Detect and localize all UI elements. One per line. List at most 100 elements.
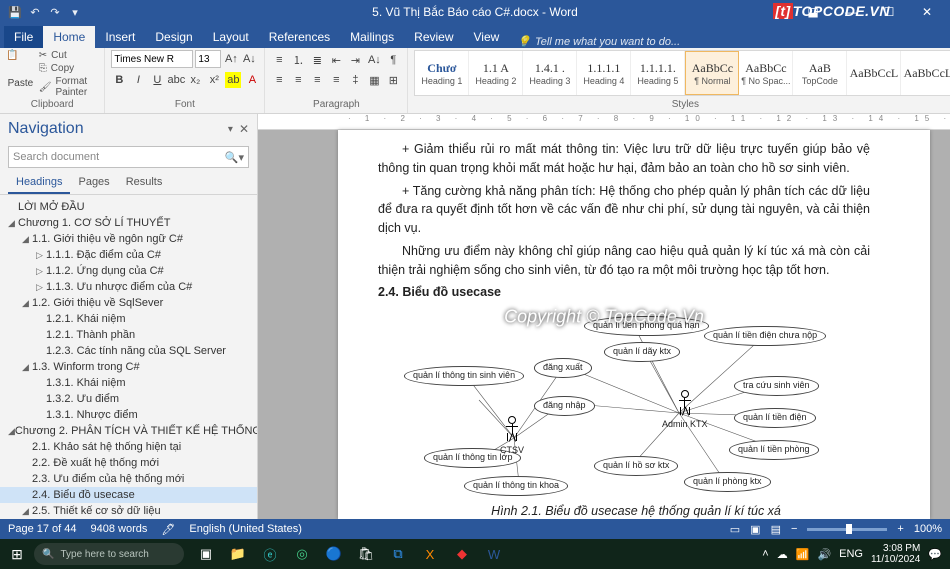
grow-font-icon[interactable]: A↑ bbox=[223, 51, 239, 67]
zoom-in-icon[interactable]: + bbox=[897, 523, 903, 535]
volume-icon[interactable]: 🔊 bbox=[817, 548, 831, 561]
tree-item[interactable]: ▷1.1.3. Ưu nhược điểm của C# bbox=[0, 279, 257, 295]
underline-icon[interactable]: U bbox=[149, 72, 165, 88]
store-icon[interactable]: 🛍 bbox=[352, 542, 380, 566]
tree-item[interactable]: 1.2.1. Thành phần bbox=[0, 327, 257, 343]
cut-button[interactable]: ✂Cut bbox=[39, 50, 99, 61]
style-item[interactable]: AaBbCc¶ No Spac... bbox=[739, 51, 793, 95]
nav-dropdown-icon[interactable]: ▾ bbox=[228, 124, 233, 135]
tab-insert[interactable]: Insert bbox=[95, 26, 145, 48]
indent-icon[interactable]: ⇥ bbox=[347, 52, 363, 68]
tree-item[interactable]: 1.3.2. Ưu điểm bbox=[0, 391, 257, 407]
sort-icon[interactable]: A↓ bbox=[366, 52, 382, 68]
nav-close-icon[interactable]: ✕ bbox=[239, 122, 249, 136]
chrome-icon[interactable]: 🔵 bbox=[320, 542, 348, 566]
strike-icon[interactable]: abc bbox=[168, 72, 184, 88]
zoom-slider[interactable] bbox=[807, 528, 887, 531]
tree-item[interactable]: ◢1.2. Giới thiệu về SqlSever bbox=[0, 295, 257, 311]
print-layout-icon[interactable]: ▣ bbox=[750, 523, 760, 536]
explorer-icon[interactable]: 📁 bbox=[224, 542, 252, 566]
save-icon[interactable]: 💾 bbox=[8, 5, 22, 19]
italic-icon[interactable]: I bbox=[130, 72, 146, 88]
vscode-icon[interactable]: ⧉ bbox=[384, 542, 412, 566]
tree-item[interactable]: ◢2.5. Thiết kế cơ sở dữ liệu bbox=[0, 503, 257, 519]
align-left-icon[interactable]: ≡ bbox=[271, 72, 287, 88]
taskbar-search[interactable]: 🔍Type here to search bbox=[34, 543, 184, 565]
bullets-icon[interactable]: ≡ bbox=[271, 52, 287, 68]
tab-design[interactable]: Design bbox=[145, 26, 202, 48]
style-item[interactable]: AaBbCcL bbox=[847, 51, 901, 95]
tab-review[interactable]: Review bbox=[404, 26, 463, 48]
tab-file[interactable]: File bbox=[4, 26, 43, 48]
line-spacing-icon[interactable]: ‡ bbox=[347, 72, 363, 88]
tree-item[interactable]: 2.4. Biểu đồ usecase bbox=[0, 487, 257, 503]
language-icon[interactable]: ENG bbox=[839, 548, 863, 560]
tab-view[interactable]: View bbox=[464, 26, 510, 48]
close-icon[interactable]: ✕ bbox=[912, 5, 942, 19]
style-item[interactable]: 1.1.1.1Heading 4 bbox=[577, 51, 631, 95]
wifi-icon[interactable]: 📶 bbox=[796, 548, 810, 561]
tree-item[interactable]: 2.3. Ưu điểm của hệ thống mới bbox=[0, 471, 257, 487]
tree-item[interactable]: ◢Chương 2. PHÂN TÍCH VÀ THIẾT KẾ HỆ THỐN… bbox=[0, 423, 257, 439]
ruler[interactable]: · 1 · 2 · 3 · 4 · 5 · 6 · 7 · 8 · 9 · 10… bbox=[258, 114, 950, 130]
style-item[interactable]: AaBbCc¶ Normal bbox=[685, 51, 739, 95]
start-button[interactable]: ⊞ bbox=[0, 546, 34, 563]
tree-item[interactable]: 1.2.3. Các tính năng của SQL Server bbox=[0, 343, 257, 359]
tree-item[interactable]: 1.2.1. Khái niệm bbox=[0, 311, 257, 327]
tree-item[interactable]: LỜI MỞ ĐẦU bbox=[0, 199, 257, 215]
tree-item[interactable]: 1.3.1. Nhược điểm bbox=[0, 407, 257, 423]
style-item[interactable]: AaBbCcL bbox=[901, 51, 950, 95]
multilevel-icon[interactable]: ≣ bbox=[309, 52, 325, 68]
notifications-icon[interactable]: 💬 bbox=[928, 548, 942, 561]
shrink-font-icon[interactable]: A↓ bbox=[241, 51, 257, 67]
subscript-icon[interactable]: x₂ bbox=[187, 72, 203, 88]
borders-icon[interactable]: ⊞ bbox=[385, 72, 401, 88]
style-item[interactable]: ChươHeading 1 bbox=[415, 51, 469, 95]
tree-item[interactable]: 2.2. Đề xuất hệ thống mới bbox=[0, 455, 257, 471]
edge-icon[interactable]: ⓔ bbox=[256, 542, 284, 566]
tree-item[interactable]: ◢1.3. Winform trong C# bbox=[0, 359, 257, 375]
style-item[interactable]: 1.1 AHeading 2 bbox=[469, 51, 523, 95]
justify-icon[interactable]: ≡ bbox=[328, 72, 344, 88]
tree-item[interactable]: ▷1.1.2. Ứng dụng của C# bbox=[0, 263, 257, 279]
outdent-icon[interactable]: ⇤ bbox=[328, 52, 344, 68]
page-indicator[interactable]: Page 17 of 44 bbox=[8, 523, 77, 535]
tab-layout[interactable]: Layout bbox=[203, 26, 259, 48]
redo-icon[interactable]: ↷ bbox=[48, 5, 62, 19]
nav-search-input[interactable]: Search document🔍▾ bbox=[8, 146, 249, 168]
paste-button[interactable]: 📋Paste bbox=[6, 50, 35, 89]
onedrive-icon[interactable]: ☁ bbox=[777, 548, 788, 561]
tab-references[interactable]: References bbox=[259, 26, 340, 48]
show-marks-icon[interactable]: ¶ bbox=[385, 52, 401, 68]
tree-item[interactable]: 2.1. Khảo sát hệ thống hiện tại bbox=[0, 439, 257, 455]
read-mode-icon[interactable]: ▭ bbox=[730, 523, 740, 536]
page[interactable]: + Giảm thiểu rủi ro mất mát thông tin: V… bbox=[338, 130, 930, 519]
highlight-icon[interactable]: ab bbox=[225, 72, 241, 88]
web-layout-icon[interactable]: ▤ bbox=[771, 523, 781, 536]
align-center-icon[interactable]: ≡ bbox=[290, 72, 306, 88]
app-icon[interactable]: ◎ bbox=[288, 542, 316, 566]
app-icon[interactable]: ◆ bbox=[448, 542, 476, 566]
numbering-icon[interactable]: ⒈ bbox=[290, 52, 306, 68]
tree-item[interactable]: ◢Chương 1. CƠ SỞ LÍ THUYẾT bbox=[0, 215, 257, 231]
shading-icon[interactable]: ▦ bbox=[366, 72, 382, 88]
xampp-icon[interactable]: X bbox=[416, 542, 444, 566]
style-item[interactable]: AaBTopCode bbox=[793, 51, 847, 95]
task-view-icon[interactable]: ▣ bbox=[192, 542, 220, 566]
tab-home[interactable]: Home bbox=[43, 26, 95, 48]
word-icon[interactable]: W bbox=[480, 542, 508, 566]
font-color-icon[interactable]: A bbox=[244, 72, 260, 88]
bold-icon[interactable]: B bbox=[111, 72, 127, 88]
align-right-icon[interactable]: ≡ bbox=[309, 72, 325, 88]
font-name-select[interactable] bbox=[111, 50, 193, 68]
nav-tab-results[interactable]: Results bbox=[118, 172, 171, 194]
zoom-out-icon[interactable]: − bbox=[791, 523, 797, 535]
tree-item[interactable]: ▷1.1.1. Đặc điểm của C# bbox=[0, 247, 257, 263]
style-item[interactable]: 1.4.1 .Heading 3 bbox=[523, 51, 577, 95]
nav-tab-headings[interactable]: Headings bbox=[8, 172, 70, 194]
language-indicator[interactable]: English (United States) bbox=[189, 523, 302, 535]
qat-more-icon[interactable]: ▾ bbox=[68, 5, 82, 19]
zoom-level[interactable]: 100% bbox=[914, 523, 942, 535]
word-count[interactable]: 9408 words bbox=[91, 523, 148, 535]
format-painter-button[interactable]: 🖌Format Painter bbox=[39, 76, 99, 98]
